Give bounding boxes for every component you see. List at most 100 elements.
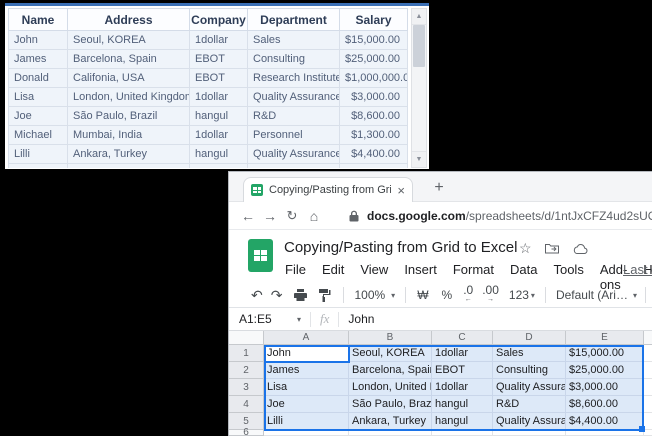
grid-cell-clipped[interactable]: $20,000.00 <box>340 164 408 168</box>
last-edit-link[interactable]: Last ed <box>623 262 652 277</box>
cell-d1[interactable]: Sales <box>493 345 566 362</box>
cell-filler[interactable] <box>644 396 652 413</box>
grid-cell[interactable]: London, United Kingdom <box>68 88 190 107</box>
cell-c3[interactable]: 1dollar <box>432 379 493 396</box>
grid-cell[interactable]: $1,300.00 <box>340 126 408 145</box>
cell-e6[interactable] <box>566 430 644 436</box>
grid-cell[interactable]: $1,000,000.00 <box>340 69 408 88</box>
cell-a1[interactable]: John <box>264 345 349 362</box>
cell-b3[interactable]: London, United Kingdom <box>349 379 432 396</box>
row-header-6[interactable]: 6 <box>229 430 264 436</box>
grid-cell[interactable]: Barcelona, Spain <box>68 50 190 69</box>
column-header-d[interactable]: D <box>493 331 566 345</box>
grid-scrollbar[interactable]: ▲ ▼ <box>411 8 427 168</box>
move-folder-icon[interactable] <box>545 243 559 254</box>
grid-cell[interactable]: Personnel <box>248 126 340 145</box>
browser-tab[interactable]: Copying/Pasting from Grid to Excel × <box>243 177 413 202</box>
cell-b5[interactable]: Ankara, Turkey <box>349 413 432 430</box>
menu-tools[interactable]: Tools <box>553 262 583 292</box>
reload-icon[interactable]: ↻ <box>281 208 303 224</box>
select-all-corner[interactable] <box>229 331 264 345</box>
name-box[interactable]: A1:E5 <box>229 312 297 326</box>
grid-cell[interactable]: Califonia, USA <box>68 69 190 88</box>
undo-icon[interactable]: ↶ <box>251 287 263 304</box>
tab-close-icon[interactable]: × <box>397 184 405 197</box>
grid-cell[interactable]: Lisa <box>8 88 68 107</box>
grid-cell[interactable]: James <box>8 50 68 69</box>
grid-cell[interactable]: Lilli <box>8 145 68 164</box>
grid-cell[interactable]: R&D <box>248 107 340 126</box>
cell-d5[interactable]: Quality Assurance <box>493 413 566 430</box>
lock-icon[interactable] <box>349 210 359 222</box>
cell-a4[interactable]: Joe <box>264 396 349 413</box>
column-header-partial[interactable] <box>644 331 652 345</box>
redo-icon[interactable]: ↷ <box>271 287 283 304</box>
grid-cell[interactable]: John <box>8 31 68 50</box>
grid-cell[interactable]: Quality Assurance <box>248 88 340 107</box>
grid-cell[interactable]: Donald <box>8 69 68 88</box>
grid-col-header-company[interactable]: Company <box>190 8 248 31</box>
cell-filler[interactable] <box>644 430 652 436</box>
column-header-c[interactable]: C <box>432 331 493 345</box>
grid-cell-clipped[interactable]: Sydney, NSW, Australia <box>68 164 190 168</box>
formula-input[interactable]: John <box>348 312 374 326</box>
address-bar[interactable]: docs.google.com/spreadsheets/d/1ntJxCFZ4… <box>367 209 652 223</box>
cell-b4[interactable]: São Paulo, Brazil <box>349 396 432 413</box>
row-header-4[interactable]: 4 <box>229 396 264 413</box>
cell-filler[interactable] <box>644 345 652 362</box>
cell-e1[interactable]: $15,000.00 <box>566 345 644 362</box>
cell-c6[interactable] <box>432 430 493 436</box>
cell-d2[interactable]: Consulting <box>493 362 566 379</box>
menu-view[interactable]: View <box>360 262 388 292</box>
scroll-up-icon[interactable]: ▲ <box>412 9 426 25</box>
grid-cell[interactable]: São Paulo, Brazil <box>68 107 190 126</box>
cloud-status-icon[interactable] <box>573 244 588 254</box>
document-title[interactable]: Copying/Pasting from Grid to Excel <box>284 239 517 256</box>
grid-cell[interactable]: Consulting <box>248 50 340 69</box>
cell-d6[interactable] <box>493 430 566 436</box>
scrollbar-thumb[interactable] <box>413 25 425 67</box>
grid-cell[interactable]: Quality Assurance <box>248 145 340 164</box>
row-header-2[interactable]: 2 <box>229 362 264 379</box>
grid-col-header-department[interactable]: Department <box>248 8 340 31</box>
grid-cell[interactable]: hangul <box>190 145 248 164</box>
fill-handle[interactable] <box>639 426 645 432</box>
grid-cell[interactable]: Joe <box>8 107 68 126</box>
home-icon[interactable]: ⌂ <box>303 208 325 224</box>
cell-d3[interactable]: Quality Assurance <box>493 379 566 396</box>
menu-data[interactable]: Data <box>510 262 537 292</box>
column-header-b[interactable]: B <box>349 331 432 345</box>
cell-a3[interactable]: Lisa <box>264 379 349 396</box>
cell-e2[interactable]: $25,000.00 <box>566 362 644 379</box>
grid-col-header-address[interactable]: Address <box>68 8 190 31</box>
row-header-1[interactable]: 1 <box>229 345 264 362</box>
grid-cell-clipped[interactable]: Celine <box>8 164 68 168</box>
grid-cell[interactable]: Seoul, KOREA <box>68 31 190 50</box>
grid-cell[interactable]: Ankara, Turkey <box>68 145 190 164</box>
cell-filler[interactable] <box>644 413 652 430</box>
cell-c1[interactable]: 1dollar <box>432 345 493 362</box>
row-header-3[interactable]: 3 <box>229 379 264 396</box>
grid-cell[interactable]: Research Institute <box>248 69 340 88</box>
cell-c4[interactable]: hangul <box>432 396 493 413</box>
cell-d4[interactable]: R&D <box>493 396 566 413</box>
grid-cell[interactable]: $8,600.00 <box>340 107 408 126</box>
grid-cell[interactable]: $15,000.00 <box>340 31 408 50</box>
grid-cell[interactable]: EBOT <box>190 69 248 88</box>
grid-cell[interactable]: $3,000.00 <box>340 88 408 107</box>
grid-cell[interactable]: Sales <box>248 31 340 50</box>
column-header-e[interactable]: E <box>566 331 644 345</box>
grid-cell[interactable]: 1dollar <box>190 88 248 107</box>
new-tab-button[interactable]: + <box>427 177 451 199</box>
cell-b1[interactable]: Seoul, KOREA <box>349 345 432 362</box>
grid-cell[interactable]: hangul <box>190 107 248 126</box>
menu-edit[interactable]: Edit <box>322 262 344 292</box>
cell-filler[interactable] <box>644 362 652 379</box>
cell-e5[interactable]: $4,400.00 <box>566 413 644 430</box>
grid-cell[interactable]: 1dollar <box>190 126 248 145</box>
cell-a2[interactable]: James <box>264 362 349 379</box>
grid-cell[interactable]: $25,000.00 <box>340 50 408 69</box>
scroll-down-icon[interactable]: ▼ <box>412 151 426 167</box>
cell-filler[interactable] <box>644 379 652 396</box>
cell-e3[interactable]: $3,000.00 <box>566 379 644 396</box>
